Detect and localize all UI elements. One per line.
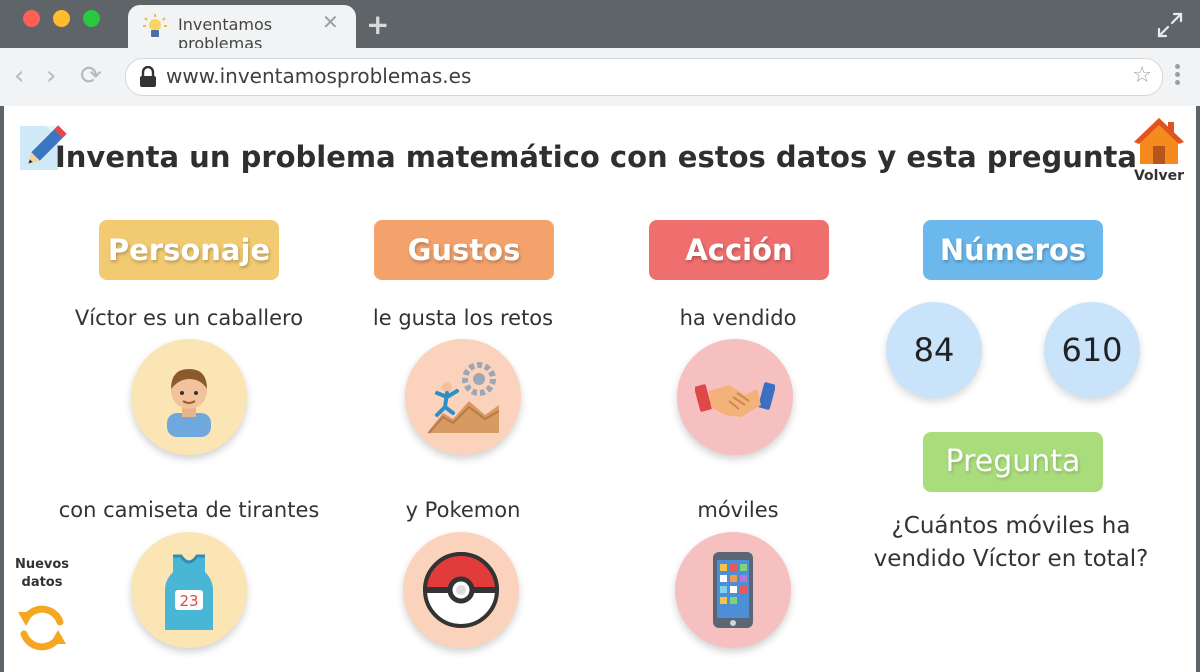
- category-personaje: Personaje: [99, 220, 279, 280]
- shirt-number: 23: [179, 592, 198, 610]
- gustos-phrase-2: y Pokemon: [405, 498, 521, 522]
- house-icon: [1134, 118, 1184, 164]
- number-bubble-1: 84: [886, 302, 982, 398]
- new-data-label-1: Nuevos: [14, 557, 70, 572]
- handshake-icon: [695, 382, 775, 417]
- page-content: Inventa un problema matemático con estos…: [4, 106, 1196, 672]
- boy-icon: [167, 369, 211, 437]
- browser-toolbar: ‹ › ⟳ www.inventamosproblemas.es ☆: [0, 48, 1200, 106]
- reload-button[interactable]: ⟳: [80, 62, 102, 90]
- tank-top-icon: 23: [165, 554, 213, 630]
- personaje-phrase-1: Víctor es un caballero: [74, 306, 304, 330]
- category-numeros: Números: [923, 220, 1103, 280]
- new-data-label-2: datos: [21, 575, 63, 590]
- tank-top-image: 23: [131, 532, 247, 648]
- smartphone-icon: [713, 552, 753, 628]
- forward-button[interactable]: ›: [46, 62, 56, 90]
- category-accion: Acción: [649, 220, 829, 280]
- home-label: Volver: [1133, 168, 1184, 184]
- number-bubble-2: 610: [1044, 302, 1140, 398]
- lightbulb-icon: [143, 14, 167, 37]
- tab-close-icon[interactable]: ✕: [322, 12, 339, 32]
- address-bar[interactable]: www.inventamosproblemas.es ☆: [125, 58, 1163, 96]
- maximize-window-button[interactable]: [83, 10, 100, 27]
- new-data-button[interactable]: Nuevos datos: [6, 556, 78, 656]
- question-text: ¿Cuántos móviles ha vendido Víctor en to…: [866, 510, 1156, 576]
- new-tab-button[interactable]: +: [366, 11, 389, 39]
- personaje-phrase-2: con camiseta de tirantes: [58, 498, 320, 522]
- url-text: www.inventamosproblemas.es: [166, 64, 472, 88]
- pokeball-image: [403, 532, 519, 648]
- close-window-button[interactable]: [23, 10, 40, 27]
- accion-phrase-2: móviles: [697, 498, 779, 522]
- browser-tab[interactable]: Inventamos problemas ✕: [128, 5, 356, 53]
- gustos-phrase-1: le gusta los retos: [372, 306, 554, 330]
- climbing-gears-icon: [427, 362, 500, 434]
- page-title: Inventa un problema matemático con estos…: [55, 140, 1137, 174]
- question-line-2: vendido Víctor en total?: [873, 546, 1149, 572]
- smartphone-image: [675, 532, 791, 648]
- boy-image: [131, 339, 247, 455]
- fullscreen-icon[interactable]: [1157, 12, 1183, 38]
- home-button[interactable]: Volver: [1130, 114, 1188, 190]
- bookmark-star-icon[interactable]: ☆: [1132, 63, 1152, 88]
- title-bar: Inventamos problemas ✕ +: [0, 0, 1200, 53]
- category-pregunta: Pregunta: [923, 432, 1103, 492]
- back-button[interactable]: ‹: [14, 62, 24, 90]
- lock-icon: [140, 66, 156, 87]
- accion-phrase-1: ha vendido: [679, 306, 797, 330]
- question-line-1: ¿Cuántos móviles ha: [891, 513, 1131, 539]
- minimize-window-button[interactable]: [53, 10, 70, 27]
- pokeball-icon: [422, 552, 500, 628]
- handshake-image: [677, 339, 793, 455]
- challenge-image: [405, 339, 521, 455]
- menu-icon[interactable]: [1172, 61, 1182, 93]
- refresh-icon: [18, 605, 66, 651]
- category-gustos: Gustos: [374, 220, 554, 280]
